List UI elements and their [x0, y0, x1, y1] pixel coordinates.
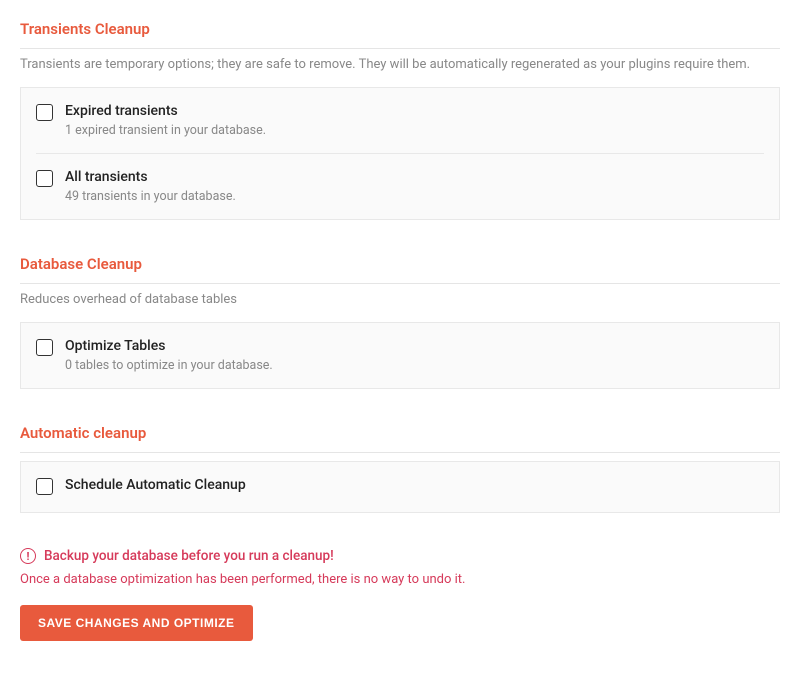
schedule-cleanup-label: Schedule Automatic Cleanup [65, 477, 764, 493]
optimize-tables-checkbox[interactable] [36, 339, 53, 356]
schedule-cleanup-option[interactable]: Schedule Automatic Cleanup [21, 462, 779, 512]
option-content: Schedule Automatic Cleanup [65, 477, 764, 497]
section-title-transients: Transients Cleanup [20, 20, 780, 49]
expired-transients-label: Expired transients [65, 103, 764, 119]
optimize-tables-label: Optimize Tables [65, 338, 764, 354]
warning-title: Backup your database before you run a cl… [44, 548, 334, 564]
expired-transients-checkbox[interactable] [36, 104, 53, 121]
transients-cleanup-section: Transients Cleanup Transients are tempor… [20, 20, 780, 220]
warning-sub: Once a database optimization has been pe… [20, 572, 780, 587]
section-title-database: Database Cleanup [20, 255, 780, 284]
automatic-cleanup-section: Automatic cleanup Schedule Automatic Cle… [20, 424, 780, 513]
database-option-box: Optimize Tables 0 tables to optimize in … [20, 322, 780, 389]
optimize-tables-sub: 0 tables to optimize in your database. [65, 358, 764, 373]
all-transients-sub: 49 transients in your database. [65, 189, 764, 204]
all-transients-option[interactable]: All transients 49 transients in your dat… [36, 153, 764, 219]
all-transients-checkbox[interactable] [36, 170, 53, 187]
option-content: Optimize Tables 0 tables to optimize in … [65, 338, 764, 373]
expired-transients-option[interactable]: Expired transients 1 expired transient i… [21, 88, 779, 153]
section-desc-transients: Transients are temporary options; they a… [20, 57, 780, 72]
database-cleanup-section: Database Cleanup Reduces overhead of dat… [20, 255, 780, 389]
warning-row: ! Backup your database before you run a … [20, 548, 780, 564]
option-content: All transients 49 transients in your dat… [65, 169, 764, 204]
all-transients-label: All transients [65, 169, 764, 185]
optimize-tables-option[interactable]: Optimize Tables 0 tables to optimize in … [21, 323, 779, 388]
section-title-automatic: Automatic cleanup [20, 424, 780, 453]
save-changes-optimize-button[interactable]: SAVE CHANGES AND OPTIMIZE [20, 605, 253, 641]
automatic-option-box: Schedule Automatic Cleanup [20, 461, 780, 513]
section-desc-database: Reduces overhead of database tables [20, 292, 780, 307]
transients-option-box: Expired transients 1 expired transient i… [20, 87, 780, 220]
schedule-cleanup-checkbox[interactable] [36, 478, 53, 495]
warning-icon: ! [20, 548, 36, 564]
option-content: Expired transients 1 expired transient i… [65, 103, 764, 138]
expired-transients-sub: 1 expired transient in your database. [65, 123, 764, 138]
